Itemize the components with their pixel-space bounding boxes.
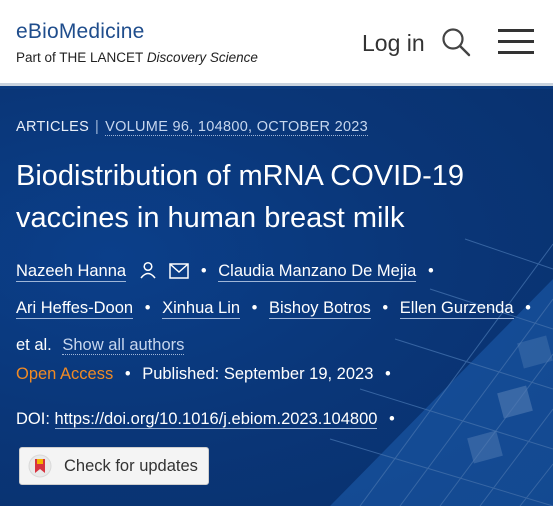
article-meta: ARTICLES | VOLUME 96, 104800, OCTOBER 2023: [16, 119, 369, 136]
journal-logo[interactable]: eBioMedicine Part of THE LANCET Discover…: [16, 20, 258, 65]
login-link[interactable]: Log in: [362, 30, 425, 57]
search-icon[interactable]: [441, 27, 471, 57]
et-al-text: et al.: [16, 336, 52, 354]
author-link[interactable]: Nazeeh Hanna: [16, 262, 127, 282]
doi-label: DOI:: [16, 410, 50, 428]
journal-name: eBioMedicine: [16, 20, 145, 43]
separator-dot: •: [389, 410, 395, 428]
check-for-updates-button[interactable]: Check for updates: [19, 447, 209, 485]
menu-icon[interactable]: [498, 29, 534, 55]
open-access-label: Open Access: [16, 365, 114, 383]
doi-link[interactable]: https://doi.org/10.1016/j.ebiom.2023.104…: [54, 410, 378, 429]
journal-subtitle: Part of THE LANCET Discovery Science: [16, 50, 258, 65]
article-hero: ARTICLES | VOLUME 96, 104800, OCTOBER 2023…: [0, 89, 553, 506]
person-icon[interactable]: [139, 261, 157, 279]
published-date: September 19, 2023: [223, 365, 374, 383]
published-label: Published:: [142, 365, 220, 383]
separator-dot: •: [525, 299, 531, 317]
site-header: eBioMedicine Part of THE LANCET Discover…: [0, 0, 553, 86]
separator-dot: •: [382, 299, 389, 317]
separator-dot: •: [124, 365, 131, 383]
check-for-updates-label: Check for updates: [64, 456, 198, 475]
access-info: Open Access • Published: September 19, 2…: [16, 365, 398, 384]
separator-dot: •: [251, 299, 258, 317]
separator-dot: •: [427, 262, 434, 280]
check-for-updates-icon: [28, 454, 52, 478]
volume-link[interactable]: VOLUME 96, 104800, OCTOBER 2023: [105, 119, 369, 136]
show-all-authors-button[interactable]: Show all authors: [62, 336, 185, 355]
doi-row: DOI: https://doi.org/10.1016/j.ebiom.202…: [16, 410, 402, 429]
author-link[interactable]: Bishoy Botros: [269, 299, 371, 319]
separator-dot: •: [200, 262, 207, 280]
author-link[interactable]: Ellen Gurzenda: [399, 299, 514, 319]
author-link[interactable]: Xinhua Lin: [162, 299, 241, 319]
separator-dot: •: [384, 365, 391, 383]
separator-dot: •: [144, 299, 151, 317]
author-list: Nazeeh Hanna • Claudia Manzano De Mejia …: [16, 253, 541, 364]
article-title: Biodistribution of mRNA COVID-19 vaccine…: [16, 160, 465, 234]
author-link[interactable]: Ari Heffes-Doon: [16, 299, 134, 319]
author-link[interactable]: Claudia Manzano De Mejia: [218, 262, 417, 282]
article-type: ARTICLES: [16, 119, 90, 135]
mail-icon[interactable]: [169, 263, 190, 279]
